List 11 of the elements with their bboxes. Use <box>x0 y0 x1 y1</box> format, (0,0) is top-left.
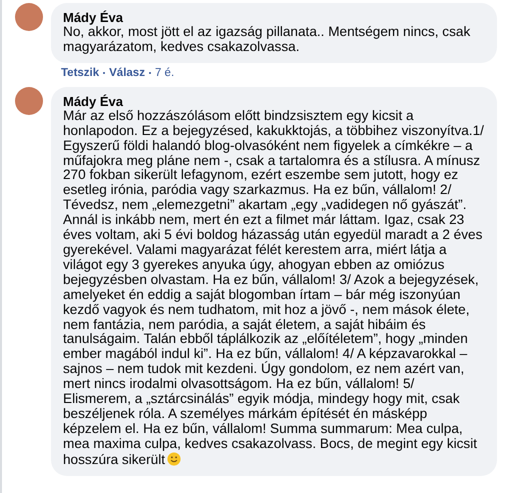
timestamp[interactable]: 7 é. <box>154 66 174 79</box>
action-link[interactable]: Tetszik <box>61 66 100 79</box>
action-link[interactable]: Válasz <box>109 66 145 79</box>
author-name[interactable]: Mády Éva <box>63 94 485 109</box>
separator-dot <box>148 72 151 74</box>
separator-dot <box>103 72 106 74</box>
avatar-icon[interactable] <box>15 3 43 31</box>
avatar-icon[interactable] <box>15 86 43 115</box>
comment-text: Már az első hozzászólásom előtt bindzsisztem egy kicsit a honlapodon. Ez a bejegyzésed, kakukktojás, a többihez viszonyítva.1/ Egyszerű földi halandó blog-olvasóként nem figyelek a címkékre – a műfajokra meg pláne nem -, csak a tartalomra és a stílusra. A mínusz 270 fokban sikerült lefagynom, ezért eszembe sem jutott, hogy ez esetleg irónia, paródia vagy szarkazmus. Ha ez bűn, vállalom! 2/ Tévedsz, nem „elemezgetni” akartam „egy „vadidegen nő gyászát”. Annál is inkább nem, mert én ezt a filmet már láttam. Igaz, csak 23 éves voltam, aki 5 évi boldog házasság után egyedül maradt a 2 éves gyerekével. Valami magyarázat félét kerestem arra, miért látja a világot egy 3 gyerekes anyuka úgy, ahogyan ebben az omiózus bejegyzésben olvastam. Ha ez bűn, vállalom! 3/ Azok a bejegyzések, amelyeket én eddig a saját blogomban írtam – bár még iszonyúan kezdő vagyok és nem tudhatom, mit hoz a jövő -, nem mások élete, nem fantázia, nem paródia, a saját életem, a saját hibáim és tanulságaim. Talán ebből táplálkozik az „előítéletem”, hogy „minden ember magából indul ki”. Ha ez bűn, vállalom! 4/ A képzavarokkal – sajnos – nem tudok mit kezdeni. Úgy gondolom, ez nem azért van, mert nincs irodalmi olvasottságom. Ha ez bűn, vállalom! 5/ Elismerem, a „sztárcsinálás” egyik módja, mindegy hogy mit, csak beszéljenek róla. A személyes márkám építését én másképp képzelem el. Ha ez bűn, vállalom! Summa summarum: Mea culpa, mea maxima culpa, kedves csakazolvass. Bocs, de megint egy kicsit hosszúra sikerült <box>63 108 484 467</box>
author-name[interactable]: Mády Éva <box>63 10 485 25</box>
comment-text: No, akkor, most jött el az igazság pillanata.. Mentségem nincs, csak magyarázatom, kedves csakazolvassa. <box>63 24 470 54</box>
